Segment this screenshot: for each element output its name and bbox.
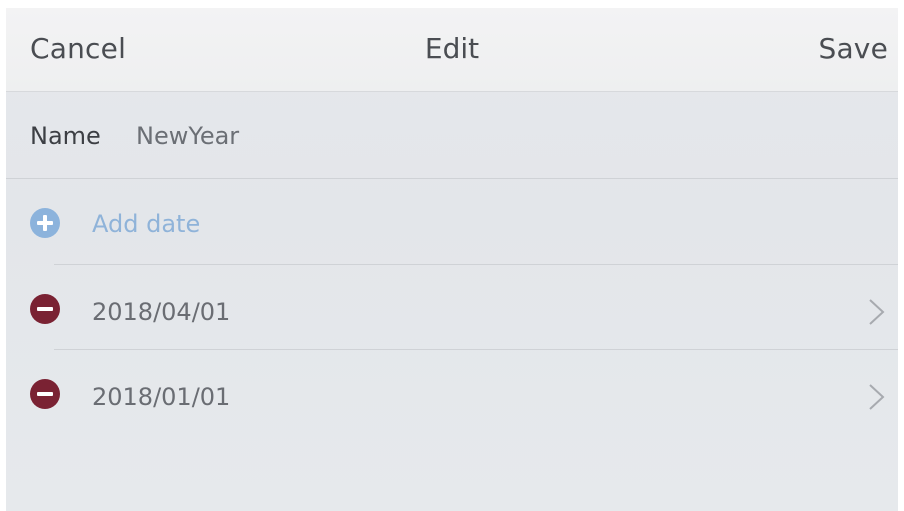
date-value: 2018/01/01	[92, 383, 231, 411]
add-date-row[interactable]: Add date	[6, 178, 898, 264]
edit-screen: Cancel Edit Save Name NewYear Add date 2…	[6, 8, 898, 511]
name-field[interactable]: NewYear	[136, 122, 536, 150]
name-row: Name NewYear	[6, 92, 898, 178]
page-title: Edit	[424, 32, 480, 65]
date-value: 2018/04/01	[92, 298, 231, 326]
save-button[interactable]: Save	[818, 32, 888, 65]
add-date-label[interactable]: Add date	[92, 210, 200, 238]
remove-circle-icon[interactable]	[30, 294, 60, 324]
chevron-right-icon[interactable]	[866, 383, 888, 411]
date-row[interactable]: 2018/04/01	[6, 264, 898, 350]
navigation-bar: Cancel Edit Save	[6, 8, 898, 92]
date-row[interactable]: 2018/01/01	[6, 349, 898, 435]
remove-circle-icon[interactable]	[30, 379, 60, 409]
name-label: Name	[30, 122, 101, 150]
chevron-right-icon[interactable]	[866, 298, 888, 326]
add-circle-icon[interactable]	[30, 208, 60, 238]
cancel-button[interactable]: Cancel	[30, 32, 126, 65]
